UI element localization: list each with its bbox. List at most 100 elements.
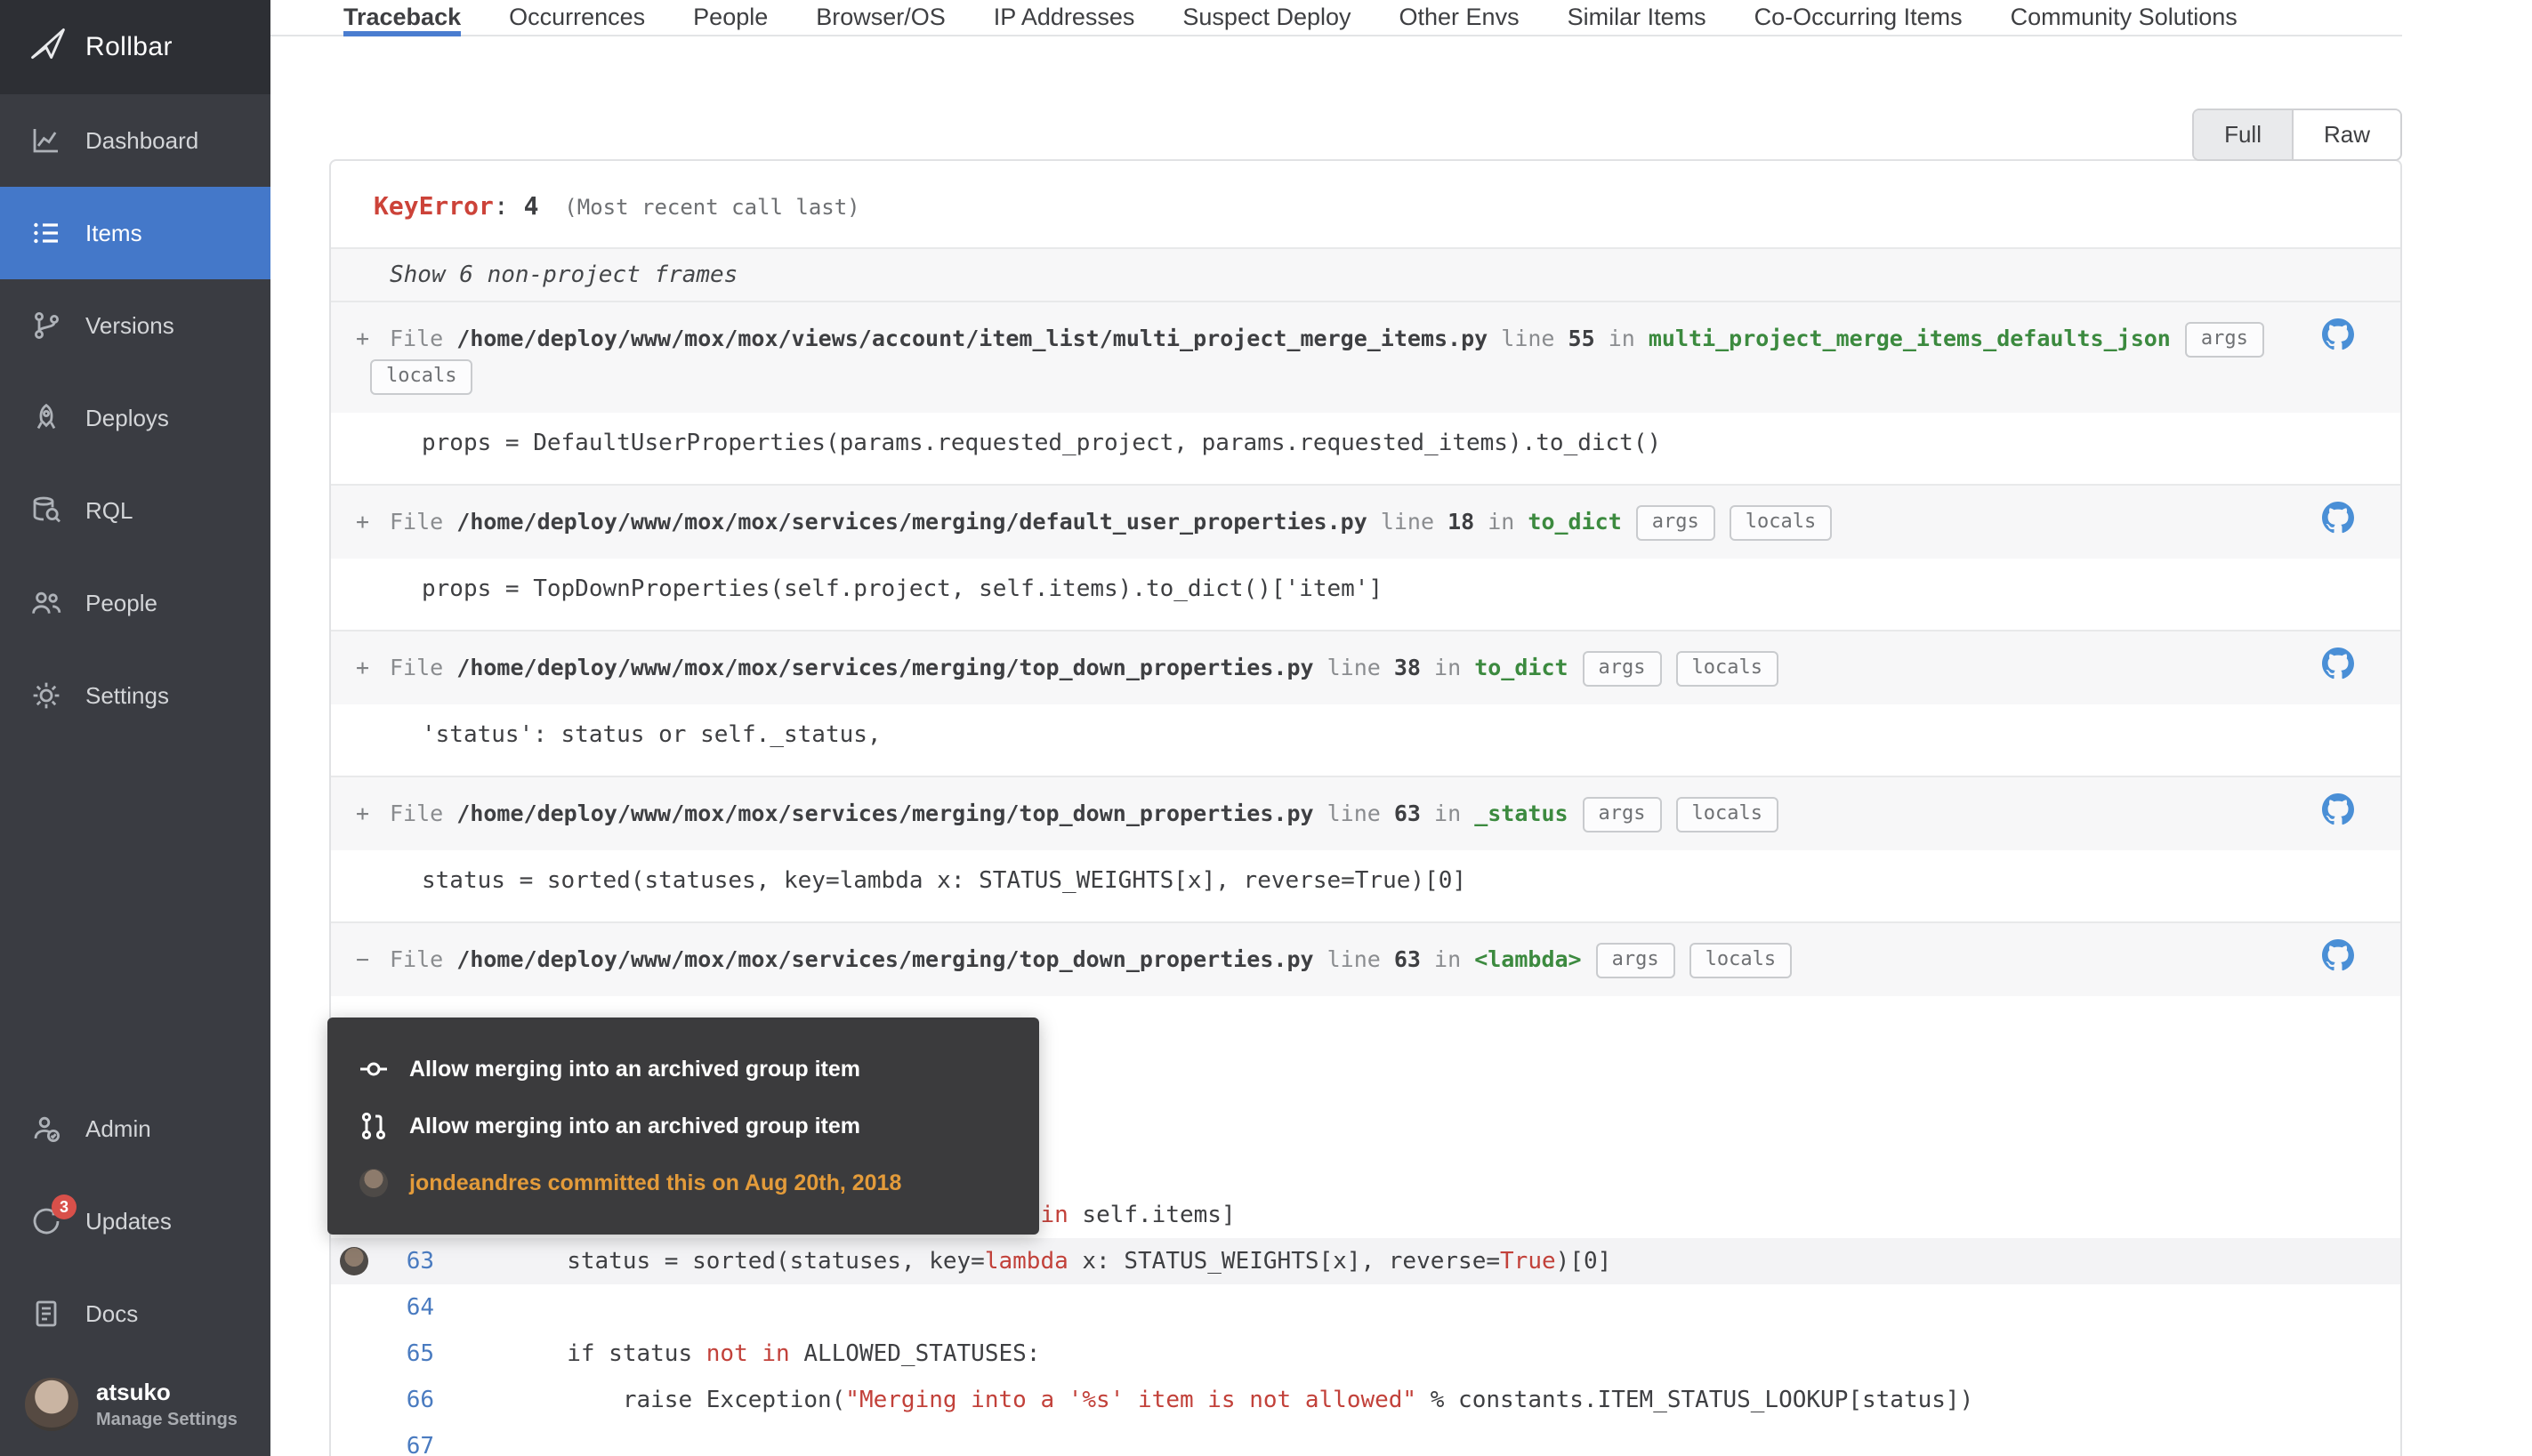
sidebar-item-items[interactable]: Items [0, 187, 270, 279]
view-toggle-raw[interactable]: Raw [2292, 110, 2400, 159]
frame-line-number: 55 [1568, 326, 1595, 351]
sidebar-item-label: Dashboard [85, 127, 198, 155]
tab-co-occurring-items[interactable]: Co-Occurring Items [1754, 0, 1963, 36]
sidebar-item-admin[interactable]: Admin [0, 1082, 270, 1175]
pill-args[interactable]: args [1636, 505, 1715, 541]
frame-toggle-button[interactable]: + [356, 503, 390, 541]
brand[interactable]: Rollbar [0, 0, 270, 94]
docs-icon [28, 1296, 64, 1331]
pill-locals[interactable]: locals [370, 359, 472, 395]
pill-args[interactable]: args [1583, 797, 1662, 833]
line-number: 67 [377, 1433, 434, 1456]
pill-args[interactable]: args [2185, 322, 2264, 358]
user-name: atsuko [96, 1379, 238, 1406]
author-avatar [359, 1169, 388, 1197]
admin-icon [28, 1111, 64, 1146]
tooltip-text: Allow merging into an archived group ite… [409, 1114, 860, 1139]
github-icon[interactable] [2322, 793, 2354, 825]
view-toggle-full[interactable]: Full [2194, 110, 2292, 159]
error-value: 4 [524, 191, 539, 221]
github-icon[interactable] [2322, 648, 2354, 680]
tab-other-envs[interactable]: Other Envs [1399, 0, 1520, 36]
frame-toggle-button[interactable]: + [356, 795, 390, 833]
frame-file-label: File [390, 326, 456, 351]
pill-locals[interactable]: locals [1689, 943, 1792, 978]
frames: +File /home/deploy/www/mox/mox/views/acc… [331, 301, 2400, 1456]
github-icon[interactable] [2322, 502, 2354, 534]
user-row[interactable]: atsuko Manage Settings [0, 1360, 270, 1456]
versions-icon [28, 308, 64, 343]
tab-ip-addresses[interactable]: IP Addresses [994, 0, 1135, 36]
tab-people[interactable]: People [693, 0, 768, 36]
frame-toggle-button[interactable]: + [356, 649, 390, 687]
tab-traceback[interactable]: Traceback [343, 0, 461, 36]
sidebar-item-label: Settings [85, 682, 169, 710]
blame-avatar[interactable] [340, 1247, 368, 1275]
frame-file-label: File [390, 655, 456, 680]
code-row: 65 if status not in ALLOWED_STATUSES: [331, 1331, 2400, 1377]
frame-line-number: 18 [1447, 509, 1474, 535]
show-frames-row[interactable]: Show 6 non-project frames [331, 247, 2400, 301]
sidebar-item-updates[interactable]: 3Updates [0, 1175, 270, 1267]
frame-in-label: in [1421, 946, 1474, 972]
pill-locals[interactable]: locals [1730, 505, 1832, 541]
code-row: 67 [331, 1423, 2400, 1456]
pill-args[interactable]: args [1596, 943, 1675, 978]
error-note: (Most recent call last) [564, 195, 859, 220]
frame-line-number: 63 [1394, 946, 1421, 972]
error-title: KeyError: 4 (Most recent call last) [331, 161, 2400, 247]
sidebar-item-label: Items [85, 220, 142, 247]
frame-line-label: line [1367, 509, 1447, 535]
frame-function-name: multi_project_merge_items_defaults_json [1649, 326, 2171, 351]
sidebar-item-rql[interactable]: RQL [0, 464, 270, 557]
rollbar-logo-icon [28, 24, 68, 70]
frame-function-name: to_dict [1528, 509, 1621, 535]
pill-locals[interactable]: locals [1676, 651, 1778, 687]
sidebar-item-dashboard[interactable]: Dashboard [0, 94, 270, 187]
settings-icon [28, 678, 64, 713]
sidebar-item-versions[interactable]: Versions [0, 279, 270, 372]
code-row: 64 [331, 1284, 2400, 1331]
sidebar-item-label: Docs [85, 1300, 138, 1328]
sidebar-nav: Dashboard Items VersionsDeploysRQLPeople Se… [0, 94, 270, 742]
sidebar-item-docs[interactable]: Docs [0, 1267, 270, 1360]
deploys-icon [28, 400, 64, 436]
frame-file-path: /home/deploy/www/mox/mox/services/mergin… [456, 509, 1367, 535]
sidebar-item-deploys[interactable]: Deploys [0, 372, 270, 464]
frame-function-name: to_dict [1474, 655, 1568, 680]
frame-toggle-button[interactable]: + [356, 320, 390, 358]
brand-name: Rollbar [85, 32, 173, 62]
frame-file-path: /home/deploy/www/mox/mox/views/account/i… [456, 326, 1488, 351]
frame-line-number: 63 [1394, 800, 1421, 826]
expanded-code: 5859606162 in self.items]63 status = sor… [331, 996, 2400, 1456]
pill-locals[interactable]: locals [1676, 797, 1778, 833]
tab-community-solutions[interactable]: Community Solutions [2011, 0, 2238, 36]
sidebar: Rollbar Dashboard Items VersionsDeploysRQL… [0, 0, 270, 1456]
pill-args[interactable]: args [1583, 651, 1662, 687]
sidebar-item-people[interactable]: People [0, 557, 270, 649]
commit-message-row: Allow merging into an archived group ite… [359, 1055, 1007, 1083]
line-number: 64 [377, 1294, 434, 1321]
sidebar-item-label: Updates [85, 1208, 172, 1235]
frame-file-path: /home/deploy/www/mox/mox/services/mergin… [456, 946, 1313, 972]
sidebar-bottom-nav: Admin3Updates Docs [0, 1082, 270, 1360]
error-type: KeyError [374, 191, 494, 221]
commit-author-row[interactable]: jondeandres committed this on Aug 20th, … [359, 1169, 1007, 1197]
tab-bar: Traceback Occurrences People Browser/OS IP A… [270, 0, 2402, 36]
tab-occurrences[interactable]: Occurrences [509, 0, 645, 36]
frame-file-label: File [390, 946, 456, 972]
manage-settings-link[interactable]: Manage Settings [96, 1410, 238, 1430]
github-icon[interactable] [2322, 318, 2354, 350]
tab-suspect-deploy[interactable]: Suspect Deploy [1182, 0, 1351, 36]
people-icon [28, 585, 64, 621]
tab-browser-os[interactable]: Browser/OS [816, 0, 946, 36]
frame-in-label: in [1595, 326, 1649, 351]
commit-tooltip: Allow merging into an archived group ite… [327, 1018, 1039, 1235]
frame-line-number: 38 [1394, 655, 1421, 680]
commit-message-row: Allow merging into an archived group ite… [359, 1112, 1007, 1140]
github-icon[interactable] [2322, 939, 2354, 971]
frame-toggle-button[interactable]: − [356, 941, 390, 978]
sidebar-item-settings[interactable]: Settings [0, 649, 270, 742]
pull-request-icon [359, 1112, 388, 1140]
tab-similar-items[interactable]: Similar Items [1568, 0, 1706, 36]
